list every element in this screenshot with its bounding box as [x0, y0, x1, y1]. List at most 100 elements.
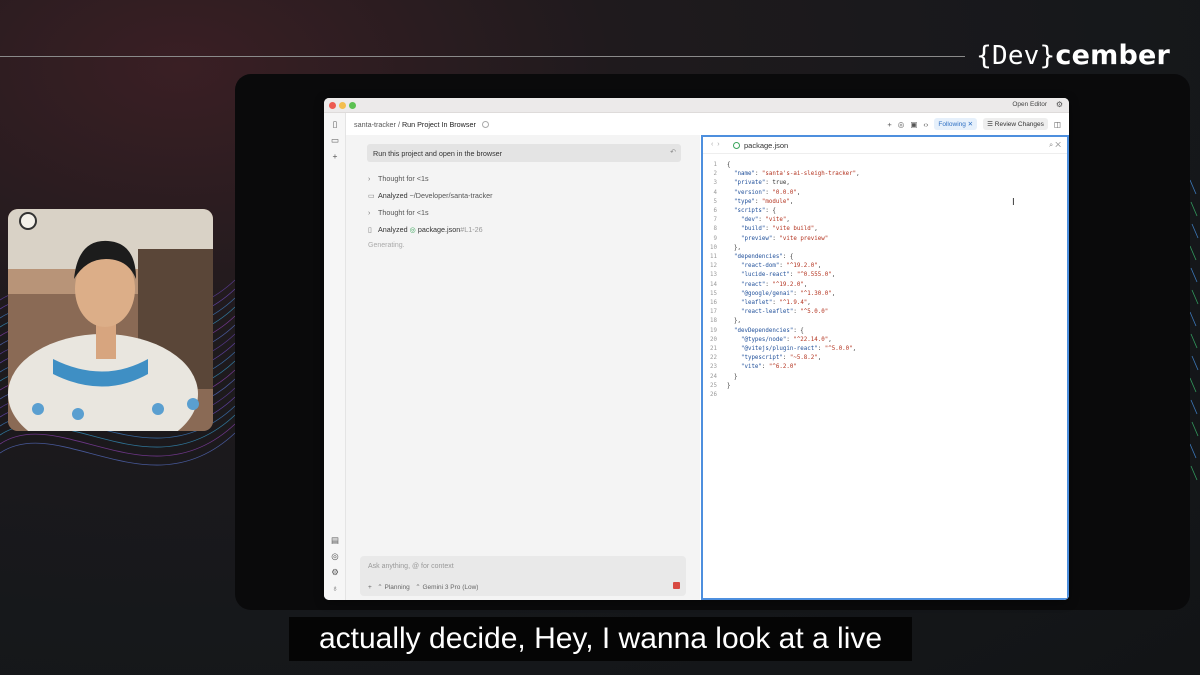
code-line[interactable]: 16 "leaflet": "^1.9.4", [703, 299, 1067, 308]
lightbulb-icon[interactable]: ♁ [330, 583, 340, 593]
line-text: "react-dom": "^19.2.0", [727, 262, 821, 271]
code-line[interactable]: 17 "react-leaflet": "^5.0.0" [703, 308, 1067, 317]
inbox-icon[interactable]: ▭ [330, 135, 340, 146]
json-punctuation: , [856, 171, 860, 178]
left-activity-rail: ▯ ▭ + ▤ ◎ ⚙ ♁ [324, 113, 346, 600]
line-number: 5 [713, 198, 718, 205]
code-line[interactable]: 15 "@google/genai": "^1.30.0", [703, 290, 1067, 299]
sidebar-toggle-icon[interactable]: ▯ [330, 119, 340, 130]
minimize-window-button[interactable] [339, 102, 346, 109]
stop-generation-button[interactable] [673, 582, 680, 589]
json-key: "devDependencies" [733, 327, 794, 334]
line-text: "leaflet": "^1.9.4", [727, 299, 811, 308]
line-number: 12 [710, 263, 717, 270]
code-editor-panel[interactable]: ‹ › package.json ⌕ ✕ 1{2 "name": "santa'… [701, 135, 1069, 600]
json-key: "private" [733, 180, 766, 187]
step-thought-2[interactable]: › Thought for <1s [368, 208, 429, 217]
line-number: 15 [710, 290, 717, 297]
editor-tools: ⌕ ✕ [1049, 140, 1061, 150]
line-text: { [727, 161, 731, 170]
step-analyzed-file[interactable]: ▯ Analyzed ◎ package.json#L1-26 [368, 225, 483, 234]
step-analyzed-folder[interactable]: ▭ Analyzed ~/Developer/santa-tracker [368, 191, 492, 200]
code-line[interactable]: 25} [703, 382, 1067, 391]
terminal-icon[interactable]: ▣ [910, 120, 917, 129]
maximize-window-button[interactable] [349, 102, 356, 109]
chat-input[interactable]: Ask anything, @ for context [368, 563, 454, 570]
code-line[interactable]: 14 "react": "^19.2.0", [703, 281, 1067, 290]
json-punctuation: : true, [765, 180, 790, 187]
json-string: "santa's-ai-sleigh-tracker" [761, 171, 857, 178]
line-number: 20 [710, 336, 717, 343]
mode-selector[interactable]: Planning [384, 584, 409, 591]
undo-icon[interactable]: ↶ [670, 148, 676, 156]
close-window-button[interactable] [329, 102, 336, 109]
json-key: "scripts" [733, 208, 766, 215]
chevron-right-icon: › [368, 210, 371, 217]
json-string: "vite" [765, 217, 787, 224]
line-number: 21 [710, 346, 717, 353]
following-toggle[interactable]: Following ✕ [934, 118, 978, 130]
code-line[interactable]: 12 "react-dom": "^19.2.0", [703, 262, 1067, 271]
code-line[interactable]: 21 "@vitejs/plugin-react": "^5.0.0", [703, 345, 1067, 354]
line-text: "vite": "^6.2.0" [727, 363, 797, 372]
json-punctuation: } [727, 382, 731, 389]
title-bar: Open Editor ⚙ [324, 98, 1069, 113]
browser-icon[interactable]: ◎ [898, 120, 905, 129]
attach-plus-icon[interactable]: + [368, 584, 372, 591]
editor-tab-package-json[interactable]: package.json [733, 141, 788, 150]
code-icon[interactable]: ‹› [923, 120, 928, 129]
wave-line [1189, 443, 1197, 459]
search-icon[interactable]: ⌕ [1049, 140, 1053, 149]
json-punctuation [727, 236, 741, 242]
json-punctuation [727, 364, 741, 370]
json-punctuation: : [754, 198, 762, 205]
toolbar-actions: + ◎ ▣ ‹› Following ✕ ☰ Review Changes ◫ [887, 117, 1061, 131]
code-line[interactable]: 26 [703, 391, 1067, 400]
code-line[interactable]: 23 "vite": "^6.2.0" [703, 363, 1067, 372]
review-changes-button[interactable]: ☰ Review Changes [983, 118, 1048, 130]
line-text: "typescript": "~5.8.2", [727, 354, 821, 363]
code-line[interactable]: 6 "scripts": { [703, 207, 1067, 216]
code-line[interactable]: 7 "dev": "vite", [703, 216, 1067, 225]
code-line[interactable]: 24 } [703, 373, 1067, 382]
step-thought-1[interactable]: › Thought for <1s [368, 174, 429, 183]
code-line[interactable]: 19 "devDependencies": { [703, 327, 1067, 336]
line-number: 8 [713, 226, 718, 233]
user-prompt-text: Run this project and open in the browser [373, 149, 503, 158]
globe-icon[interactable]: ◎ [330, 551, 340, 562]
chat-composer[interactable]: Ask anything, @ for context + ⌃ Planning… [360, 556, 686, 596]
json-key: "react-dom" [740, 263, 780, 270]
wave-line [1191, 355, 1199, 371]
book-icon[interactable]: ▤ [330, 535, 340, 546]
code-line[interactable]: 3 "private": true, [703, 179, 1067, 188]
plus-icon[interactable]: + [330, 151, 340, 161]
editor-tab-bar: ‹ › package.json ⌕ ✕ [703, 137, 1067, 154]
code-line[interactable]: 18 }, [703, 317, 1067, 326]
line-text: "devDependencies": { [727, 327, 804, 336]
code-line[interactable]: 8 "build": "vite build", [703, 225, 1067, 234]
editor-tab-label: package.json [744, 141, 789, 150]
nav-arrows[interactable]: ‹ › [711, 141, 720, 148]
panel-toggle-icon[interactable]: ◫ [1054, 120, 1061, 129]
code-line[interactable]: 10 }, [703, 244, 1067, 253]
json-punctuation: , [807, 300, 811, 307]
code-line[interactable]: 2 "name": "santa's-ai-sleigh-tracker", [703, 170, 1067, 179]
json-string: "^1.9.4" [779, 300, 808, 307]
open-editor-button[interactable]: Open Editor [1012, 101, 1047, 108]
model-selector[interactable]: Gemini 3 Pro (Low) [422, 584, 478, 591]
breadcrumb-project[interactable]: santa-tracker [354, 120, 396, 129]
code-line[interactable]: 9 "preview": "vite preview" [703, 235, 1067, 244]
json-punctuation [727, 309, 741, 315]
settings-icon[interactable]: ⚙ [330, 567, 340, 578]
json-punctuation: : [789, 272, 797, 279]
add-icon[interactable]: + [887, 120, 891, 129]
code-line[interactable]: 13 "lucide-react": "^0.555.0", [703, 271, 1067, 280]
json-string: "0.0.0" [772, 189, 797, 196]
gear-icon[interactable]: ⚙ [1056, 100, 1063, 109]
code-line[interactable]: 22 "typescript": "~5.8.2", [703, 354, 1067, 363]
close-icon[interactable]: ✕ [1055, 140, 1061, 149]
code-line[interactable]: 1{ [703, 161, 1067, 170]
code-line[interactable]: 20 "@types/node": "^22.14.0", [703, 336, 1067, 345]
step-file-link[interactable]: package.json [418, 225, 460, 234]
code-line[interactable]: 11 "dependencies": { [703, 253, 1067, 262]
